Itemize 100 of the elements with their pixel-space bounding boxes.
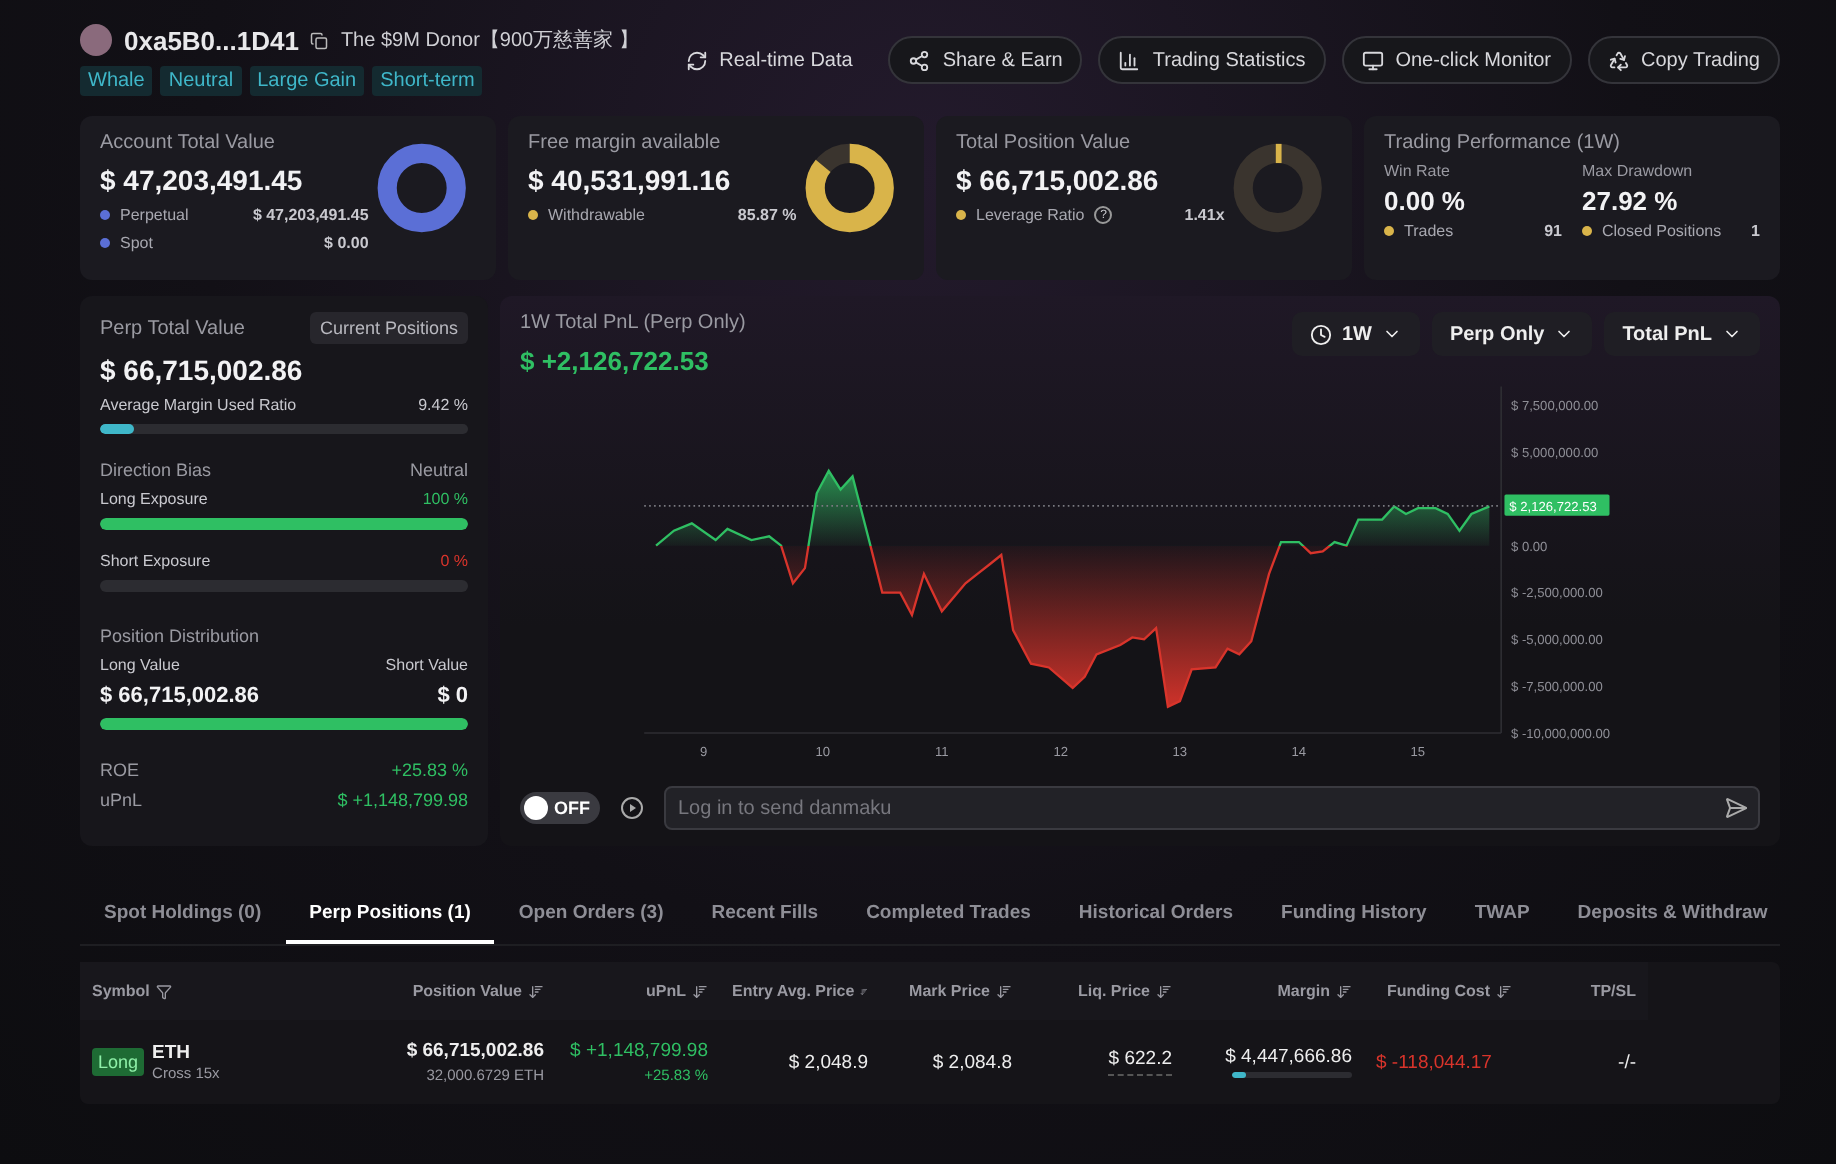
- danmaku-input[interactable]: Log in to send danmaku: [664, 786, 1760, 830]
- card-title: Account Total Value: [100, 132, 277, 154]
- stat-label: Win Rate: [1384, 162, 1452, 180]
- action-button[interactable]: Trading Statistics: [1098, 36, 1326, 84]
- column-header[interactable]: uPnL: [556, 962, 720, 1020]
- column-header[interactable]: Margin: [1184, 962, 1364, 1020]
- card-value: $ 47,203,491.45: [100, 164, 305, 196]
- short-value-label: Short Value: [385, 656, 468, 674]
- legend-label: Spot: [120, 234, 153, 252]
- danmaku-toggle[interactable]: OFF: [520, 792, 600, 824]
- column-header[interactable]: Mark Price: [880, 962, 1024, 1020]
- legend-label: Closed Positions: [1602, 222, 1722, 240]
- bar-reading: 9.42 %: [418, 396, 468, 414]
- filter-dropdown[interactable]: Total PnL: [1604, 312, 1760, 356]
- column-header[interactable]: Position Value: [300, 962, 556, 1020]
- stat-label: Max Drawdown: [1582, 162, 1695, 180]
- column-header[interactable]: Liq. Price: [1024, 962, 1184, 1020]
- column-header[interactable]: Symbol: [80, 962, 300, 1020]
- card-value: $ 66,715,002.86: [956, 164, 1161, 196]
- sort-icon: [528, 983, 544, 999]
- tab[interactable]: Historical Orders: [1054, 886, 1258, 944]
- sort-icon: [996, 983, 1012, 999]
- tab[interactable]: Perp Positions (1): [285, 886, 495, 944]
- perp-total-value: $ 66,715,002.86: [100, 354, 305, 386]
- action-button[interactable]: One-click Monitor: [1341, 36, 1572, 84]
- current-positions-button[interactable]: Current Positions: [309, 312, 468, 344]
- tab[interactable]: Open Orders (3): [494, 886, 688, 944]
- card-value: $ 40,531,991.16: [528, 164, 733, 196]
- legend-label: Perpetual: [120, 206, 189, 224]
- action-button[interactable]: Copy Trading: [1587, 36, 1780, 84]
- filter-dropdown[interactable]: 1W: [1291, 312, 1420, 356]
- upnl-value: $ +1,148,799.98: [570, 1040, 708, 1062]
- legend-label: Withdrawable: [548, 206, 645, 224]
- action-button[interactable]: Real-time Data: [665, 36, 873, 84]
- legend-value: 1.41x: [1184, 206, 1225, 224]
- tab[interactable]: Recent Fills: [687, 886, 843, 944]
- mark-price: $ 2,084.8: [932, 1051, 1012, 1073]
- sort-icon: [1336, 983, 1352, 999]
- action-button[interactable]: Share & Earn: [888, 36, 1083, 84]
- funding-cost: $ -118,044.17: [1376, 1051, 1492, 1073]
- sort-icon: [860, 983, 868, 999]
- tab[interactable]: Completed Trades: [842, 886, 1055, 944]
- tab[interactable]: Spot Holdings (0): [80, 886, 286, 944]
- tag: Neutral: [160, 66, 242, 96]
- symbol: ETH: [152, 1042, 193, 1064]
- metric-label: uPnL: [100, 790, 143, 810]
- tab[interactable]: Deposits & Withdraw: [1553, 886, 1792, 944]
- legend-label: Leverage Ratio: [976, 206, 1085, 224]
- short-value: $ 0: [437, 684, 468, 708]
- tag: Large Gain: [249, 66, 365, 96]
- play-circle-icon[interactable]: [620, 796, 644, 820]
- column-header[interactable]: TP/SL: [1524, 962, 1648, 1020]
- section-title: Direction Bias: [100, 460, 212, 480]
- bias-reading: Neutral: [409, 460, 468, 480]
- copy-icon[interactable]: [310, 31, 329, 49]
- filter-dropdown[interactable]: Perp Only: [1431, 312, 1593, 356]
- legend-value: $ 0.00: [324, 234, 369, 252]
- column-header[interactable]: Entry Avg. Price: [720, 962, 880, 1020]
- stat-value: 0.00 %: [1384, 186, 1467, 216]
- tpsl-value: -/-: [1618, 1051, 1636, 1073]
- metric-value: +25.83 %: [391, 760, 468, 780]
- pnl-value: $ +2,126,722.53: [520, 346, 711, 376]
- wallet-address: 0xa5B0...1D41: [124, 25, 299, 55]
- card-title: Total Position Value: [956, 132, 1133, 154]
- margin-value: $ 4,447,666.86: [1225, 1046, 1352, 1068]
- card-title: Trading Performance (1W): [1384, 132, 1622, 154]
- refresh-icon: [685, 49, 708, 71]
- clock-icon: [1309, 323, 1332, 345]
- recycle-icon: [1607, 49, 1630, 71]
- tag: Short-term: [372, 66, 483, 96]
- legend-value: 85.87 %: [737, 206, 797, 224]
- tag: Whale: [80, 66, 153, 96]
- long-value: $ 66,715,002.86: [100, 684, 260, 708]
- liquidation-price: $ 622.2: [1108, 1048, 1172, 1076]
- sort-icon: [1496, 983, 1512, 999]
- sort-icon: [1156, 983, 1172, 999]
- bar-label: Short Exposure: [100, 552, 211, 570]
- section-title: Position Distribution: [100, 626, 262, 646]
- bar-label: Average Margin Used Ratio: [100, 396, 297, 414]
- legend-value: $ 47,203,491.45: [252, 206, 369, 224]
- sort-icon: [692, 983, 708, 999]
- position-value: $ 66,715,002.86: [406, 1040, 544, 1062]
- side-badge: Long: [92, 1048, 145, 1076]
- bar-reading: 100 %: [422, 490, 468, 508]
- bar-reading: 0 %: [440, 552, 468, 570]
- send-icon[interactable]: [1724, 796, 1748, 820]
- card-title: Free margin available: [528, 132, 723, 154]
- long-value-label: Long Value: [100, 656, 180, 674]
- tab[interactable]: Funding History: [1257, 886, 1451, 944]
- tab[interactable]: TWAP: [1450, 886, 1554, 944]
- bar-label: Long Exposure: [100, 490, 208, 508]
- monitor-icon: [1361, 49, 1384, 71]
- metric-value: $ +1,148,799.98: [337, 790, 468, 810]
- metric-label: ROE: [100, 760, 140, 780]
- legend-value: 91: [1544, 222, 1562, 240]
- bar-chart-icon: [1118, 49, 1141, 71]
- legend-label: Trades: [1404, 222, 1454, 240]
- column-header[interactable]: Funding Cost: [1364, 962, 1524, 1020]
- avatar: [80, 24, 112, 56]
- filter-icon: [155, 983, 172, 999]
